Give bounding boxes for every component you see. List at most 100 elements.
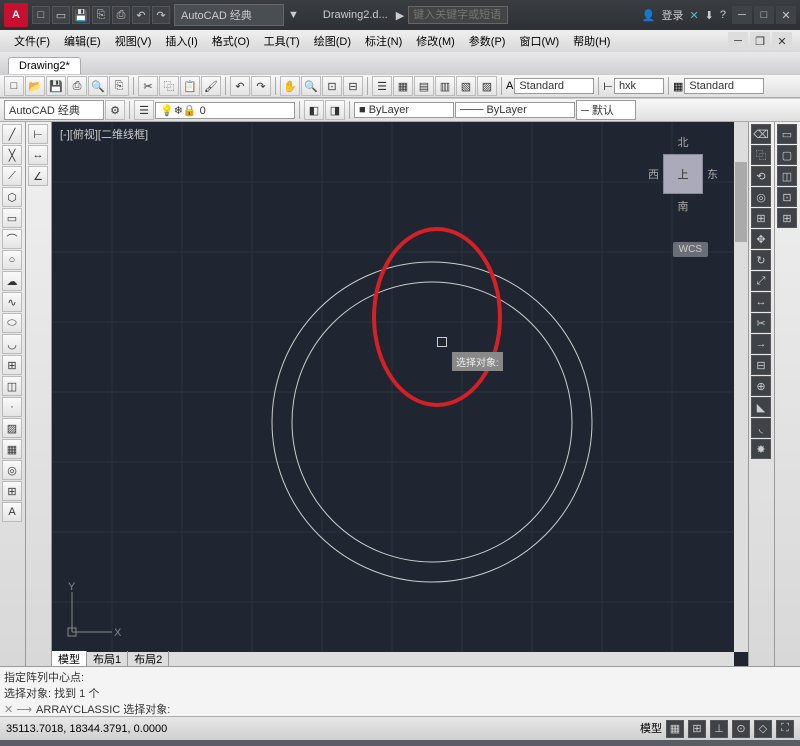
login-link[interactable]: 登录 [661,7,683,23]
viewcube[interactable]: 北 西上东 南 [648,132,718,216]
menu-window[interactable]: 窗口(W) [513,33,565,49]
snap-icon[interactable]: ▦ [666,720,684,738]
model-badge[interactable]: 模型 [640,720,662,738]
stretch-icon[interactable]: ↔ [751,292,771,312]
lineweight-dropdown[interactable]: ─ 默认 [576,100,636,120]
chamfer-icon[interactable]: ◣ [751,397,771,417]
close-button[interactable]: ✕ [776,6,796,24]
wcs-badge[interactable]: WCS [673,242,708,257]
model-tab[interactable]: 模型 [52,651,87,666]
pan-icon[interactable]: ✋ [280,76,300,96]
zoomp-icon[interactable]: ⊟ [343,76,363,96]
mirror-icon[interactable]: ⟲ [751,166,771,186]
block-icon[interactable]: ◫ [2,376,22,396]
tablestyle-dropdown[interactable]: Standard [684,78,764,94]
menu-parametric[interactable]: 参数(P) [463,33,512,49]
command-window[interactable]: 指定阵列中心点: 选择对象: 找到 1 个 ✕ ⟶ARRAYCLASSIC 选择… [0,666,800,716]
menu-format[interactable]: 格式(O) [206,33,256,49]
m2-icon[interactable]: ▢ [777,145,797,165]
dimlin-icon[interactable]: ↔ [28,145,48,165]
join-icon[interactable]: ⊕ [751,376,771,396]
publish-icon[interactable]: ⎘ [109,76,129,96]
dimstyle-dropdown[interactable]: hxk [614,78,664,94]
fullscreen-icon[interactable]: ⛶ [776,720,794,738]
layout2-tab[interactable]: 布局2 [128,651,169,666]
save-icon[interactable]: 💾 [46,76,66,96]
undo-icon[interactable]: ↶ [132,6,150,24]
line-icon[interactable]: ╱ [2,124,22,144]
new-icon[interactable]: □ [4,76,24,96]
workspace-dd[interactable]: AutoCAD 经典 [4,100,104,120]
props-icon[interactable]: ☰ [372,76,392,96]
circle-icon[interactable]: ○ [2,250,22,270]
cut-icon[interactable]: ✂ [138,76,158,96]
dimang-icon[interactable]: ∠ [28,166,48,186]
extend-icon[interactable]: → [751,334,771,354]
open-icon[interactable]: 📂 [25,76,45,96]
explode-icon[interactable]: ✸ [751,439,771,459]
match-icon[interactable]: 🖌 [201,76,221,96]
copy-icon[interactable]: ⿻ [159,76,179,96]
exchange-icon[interactable]: ✕ [689,9,698,22]
redo-icon[interactable]: ↷ [152,6,170,24]
polygon-icon[interactable]: ⬡ [2,187,22,207]
coordinates[interactable]: 35113.7018, 18344.3791, 0.0000 [6,723,167,735]
menu-draw[interactable]: 绘图(D) [308,33,357,49]
erase-icon[interactable]: ⌫ [751,124,771,144]
polar-icon[interactable]: ⊙ [732,720,750,738]
mdi-restore[interactable]: ❐ [750,32,770,50]
saveas-icon[interactable]: ⎘ [92,6,110,24]
layer-dropdown[interactable]: 💡❄🔒 0 [155,102,295,119]
mtext-icon[interactable]: A [2,502,22,522]
textstyle-dropdown[interactable]: Standard [514,78,594,94]
spline-icon[interactable]: ∿ [2,292,22,312]
offset-icon[interactable]: ◎ [751,187,771,207]
cmd-prompt[interactable]: ARRAYCLASSIC 选择对象: [36,701,170,717]
insert-icon[interactable]: ⊞ [2,355,22,375]
paste-icon[interactable]: 📋 [180,76,200,96]
array-icon[interactable]: ⊞ [751,208,771,228]
save-icon[interactable]: 💾 [72,6,90,24]
user-icon[interactable]: 👤 [642,9,656,22]
xline-icon[interactable]: ╳ [2,145,22,165]
menu-edit[interactable]: 编辑(E) [58,33,107,49]
tp-icon[interactable]: ▤ [414,76,434,96]
search-input[interactable] [408,6,508,24]
region-icon[interactable]: ◎ [2,460,22,480]
help-icon[interactable]: ? [720,9,726,21]
new-icon[interactable]: □ [32,6,50,24]
horizontal-scrollbar[interactable]: 模型 布局1 布局2 [52,652,734,666]
dc-icon[interactable]: ▦ [393,76,413,96]
layeriso-icon[interactable]: ◧ [304,100,324,120]
calc-icon[interactable]: ▨ [477,76,497,96]
menu-view[interactable]: 视图(V) [109,33,158,49]
m5-icon[interactable]: ⊞ [777,208,797,228]
break-icon[interactable]: ⊟ [751,355,771,375]
redo-icon[interactable]: ↷ [251,76,271,96]
scale-icon[interactable]: ⤢ [751,271,771,291]
point-icon[interactable]: · [2,397,22,417]
ellipse-icon[interactable]: ⬭ [2,313,22,333]
viewport-label[interactable]: [-][俯视][二维线框] [60,126,148,142]
hatch-icon[interactable]: ▨ [2,418,22,438]
cloud-icon[interactable]: ⬇ [705,9,714,22]
ellipsearc-icon[interactable]: ◡ [2,334,22,354]
menu-help[interactable]: 帮助(H) [567,33,616,49]
menu-tools[interactable]: 工具(T) [258,33,306,49]
dim-icon[interactable]: ⊢ [28,124,48,144]
mdi-close[interactable]: ✕ [772,32,792,50]
trim-icon[interactable]: ✂ [751,313,771,333]
menu-modify[interactable]: 修改(M) [410,33,461,49]
layerprops-icon[interactable]: ☰ [134,100,154,120]
m1-icon[interactable]: ▭ [777,124,797,144]
ws-gear-icon[interactable]: ⚙ [105,100,125,120]
layout1-tab[interactable]: 布局1 [87,651,128,666]
minimize-button[interactable]: ─ [732,6,752,24]
fillet-icon[interactable]: ◟ [751,418,771,438]
osnap-icon[interactable]: ◇ [754,720,772,738]
workspace-dropdown[interactable]: AutoCAD 经典 [174,4,284,26]
vertical-scrollbar[interactable] [734,122,748,652]
mdi-minimize[interactable]: ─ [728,32,748,50]
print-icon[interactable]: ⎙ [67,76,87,96]
maximize-button[interactable]: □ [754,6,774,24]
